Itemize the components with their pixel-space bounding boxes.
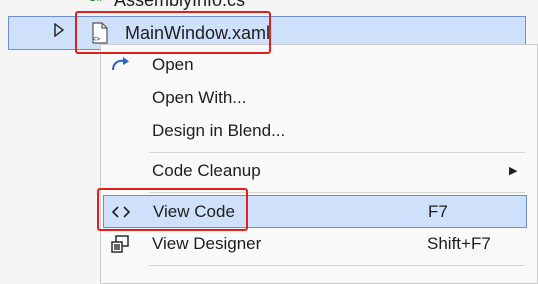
- menu-item-shortcut: Shift+F7: [427, 234, 491, 253]
- menu-item-view-designer[interactable]: View Designer Shift+F7: [101, 228, 538, 261]
- menu-separator: [149, 192, 525, 193]
- menu-separator: [149, 265, 525, 266]
- view-designer-icon: [109, 234, 131, 254]
- tree-item-label: MainWindow.xaml: [125, 23, 271, 43]
- menu-item-design-in-blend[interactable]: Design in Blend...: [101, 115, 538, 148]
- menu-item-label: View Code: [153, 202, 235, 221]
- menu-item-label: Open: [152, 55, 194, 74]
- expand-triangle-icon[interactable]: [54, 22, 66, 41]
- menu-item-open[interactable]: Open: [101, 49, 538, 82]
- menu-separator: [149, 152, 525, 153]
- menu-item-label: View Designer: [152, 234, 262, 253]
- csharp-file-icon: C#: [88, 0, 104, 6]
- open-arrow-icon: [109, 55, 131, 75]
- menu-item-label: Design in Blend...: [152, 121, 286, 140]
- menu-item-view-code[interactable]: View Code F7: [103, 195, 527, 228]
- menu-item-code-cleanup[interactable]: Code Cleanup ▶: [101, 155, 538, 188]
- tree-item-assemblyinfo[interactable]: C# AssemblyInfo.cs: [0, 0, 538, 14]
- context-menu: Open Open With... Design in Blend... Cod…: [100, 44, 538, 284]
- code-brackets-icon: [110, 202, 132, 222]
- xaml-file-icon: <>: [91, 22, 109, 44]
- menu-item-shortcut: F7: [428, 202, 448, 221]
- svg-text:<>: <>: [92, 35, 100, 43]
- menu-item-label: Code Cleanup: [152, 161, 261, 180]
- tree-item-label: AssemblyInfo.cs: [114, 0, 246, 10]
- menu-item-label: Open With...: [152, 88, 247, 107]
- submenu-arrow-icon: ▶: [509, 165, 518, 177]
- menu-item-open-with[interactable]: Open With...: [101, 82, 538, 115]
